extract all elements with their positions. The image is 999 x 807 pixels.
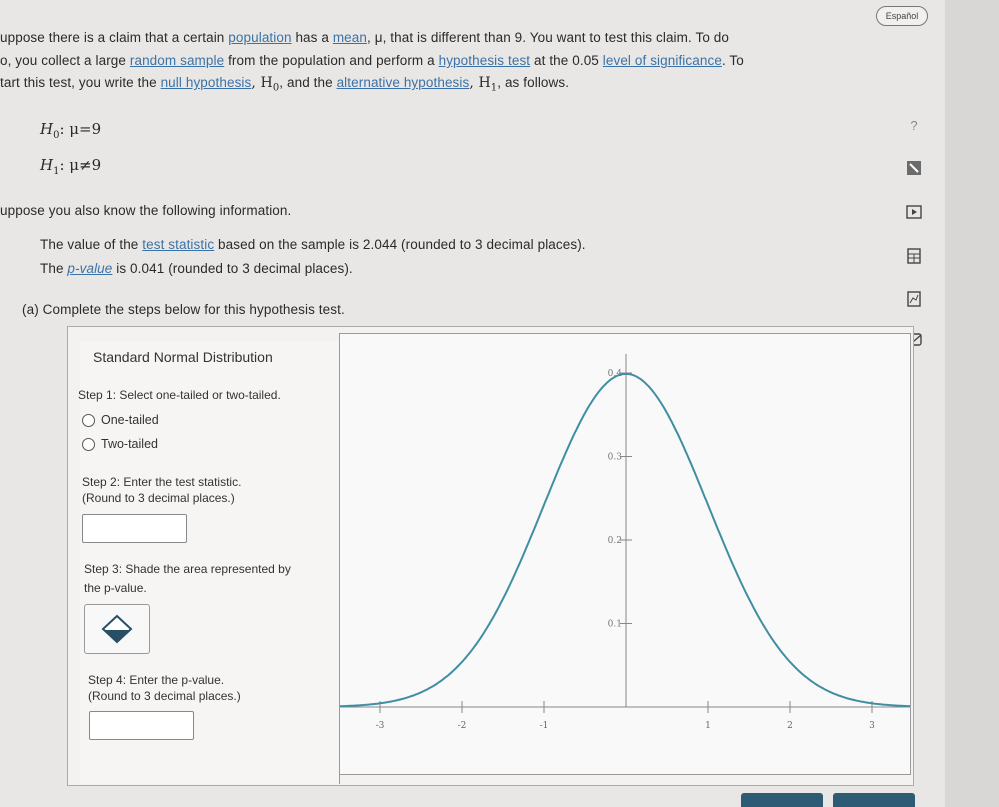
normal-curve-chart: -3 -2 -1 1 2 30.10.20.30.4 — [338, 354, 914, 731]
problem-text: uppose there is a claim that a certain — [0, 30, 229, 45]
test-statistic-info: The value of the test statistic based on… — [40, 237, 586, 252]
two-tailed-label: Two-tailed — [101, 437, 158, 451]
problem-text: , as follows. — [497, 75, 570, 90]
p-value-info: The p-value is 0.041 (rounded to 3 decim… — [40, 261, 353, 276]
right-sidebar — [945, 0, 999, 807]
x-tick-label: -3 — [376, 721, 385, 731]
part-a-heading: (a) Complete the steps below for this hy… — [22, 302, 345, 317]
x-tick-label: -1 — [540, 721, 549, 731]
chart-icon[interactable] — [903, 291, 925, 309]
step3-label: Step 3: Shade the area represented by — [84, 562, 291, 576]
one-tailed-label: One-tailed — [101, 413, 159, 427]
shade-tool-icon — [101, 614, 133, 644]
hypothesis-test-link[interactable]: hypothesis test — [439, 53, 531, 68]
problem-text: at the 0.05 — [530, 53, 603, 68]
one-tailed-option[interactable]: One-tailed — [82, 413, 159, 427]
shade-area-button[interactable] — [84, 604, 150, 654]
normal-distribution-plot[interactable]: -3 -2 -1 1 2 3 0.1 0.2 0.3 0.4 — [338, 333, 914, 775]
espanol-toggle-button[interactable]: Español — [876, 6, 928, 26]
x-tick-label: 1 — [705, 721, 711, 731]
info-text: is 0.041 (rounded to 3 decimal places). — [112, 261, 353, 276]
step3-label-2: the p-value. — [84, 581, 147, 595]
info-text: based on the sample is 2.044 (rounded to… — [214, 237, 586, 252]
problem-line-1: uppose there is a claim that a certain p… — [0, 30, 729, 45]
panel-title: Standard Normal Distribution — [93, 349, 273, 365]
step2-round-note: (Round to 3 decimal places.) — [82, 491, 235, 505]
problem-text: tart this test, you write the — [0, 75, 161, 90]
problem-text: , and the — [279, 75, 337, 90]
two-tailed-option[interactable]: Two-tailed — [82, 437, 158, 451]
x-tick-label: -2 — [458, 721, 467, 731]
test-statistic-link[interactable]: test statistic — [142, 237, 214, 252]
alternative-hypothesis: H1: μ≠9 — [40, 156, 101, 177]
p-value-input[interactable] — [89, 711, 194, 740]
one-tailed-radio[interactable] — [82, 413, 95, 427]
h1-symbol: , H — [469, 75, 491, 91]
two-tailed-radio[interactable] — [82, 437, 95, 451]
h0-symbol: , H — [251, 75, 273, 91]
calculator-icon[interactable] — [903, 160, 925, 178]
problem-text: , μ, that is different than 9. You want … — [367, 30, 729, 45]
h0-label: H — [40, 120, 54, 138]
problem-line-2: o, you collect a large random sample fro… — [0, 53, 744, 68]
check-button[interactable] — [833, 793, 915, 807]
y-tick-label: 0.3 — [608, 453, 623, 463]
problem-line-3: tart this test, you write the null hypot… — [0, 75, 569, 94]
problem-text: from the population and perform a — [224, 53, 439, 68]
problem-text: . To — [721, 53, 744, 68]
random-sample-link[interactable]: random sample — [130, 53, 224, 68]
info-text: The — [40, 261, 68, 276]
x-tick-label: 3 — [869, 721, 875, 731]
explanation-button[interactable] — [741, 793, 823, 807]
population-link[interactable]: population — [228, 30, 291, 45]
video-icon[interactable] — [903, 205, 925, 223]
level-of-significance-link[interactable]: level of significance — [603, 53, 722, 68]
alternative-hypothesis-link[interactable]: alternative hypothesis — [337, 75, 470, 90]
test-statistic-input[interactable] — [82, 514, 187, 543]
null-hypothesis-link[interactable]: null hypothesis — [161, 75, 252, 90]
x-tick-label: 2 — [787, 721, 793, 731]
y-tick-label: 0.2 — [608, 536, 622, 546]
step1-label: Step 1: Select one-tailed or two-tailed. — [78, 388, 281, 402]
help-icon[interactable]: ? — [903, 117, 925, 135]
step2-label: Step 2: Enter the test statistic. — [82, 475, 242, 489]
y-tick-label: 0.1 — [608, 620, 622, 630]
h0-relation: : μ=9 — [59, 120, 102, 138]
table-icon[interactable] — [903, 248, 925, 266]
null-hypothesis: H0: μ=9 — [40, 120, 101, 141]
info-intro: uppose you also know the following infor… — [0, 203, 292, 218]
mean-link[interactable]: mean — [333, 30, 367, 45]
h1-relation: : μ≠9 — [59, 156, 102, 174]
p-value-link[interactable]: p-value — [67, 261, 112, 276]
h1-label: H — [40, 156, 54, 174]
info-text: The value of the — [40, 237, 143, 252]
step4-label: Step 4: Enter the p-value. — [88, 673, 225, 687]
problem-text: has a — [291, 30, 333, 45]
step4-round-note: (Round to 3 decimal places.) — [88, 689, 241, 703]
problem-text: o, you collect a large — [0, 53, 130, 68]
